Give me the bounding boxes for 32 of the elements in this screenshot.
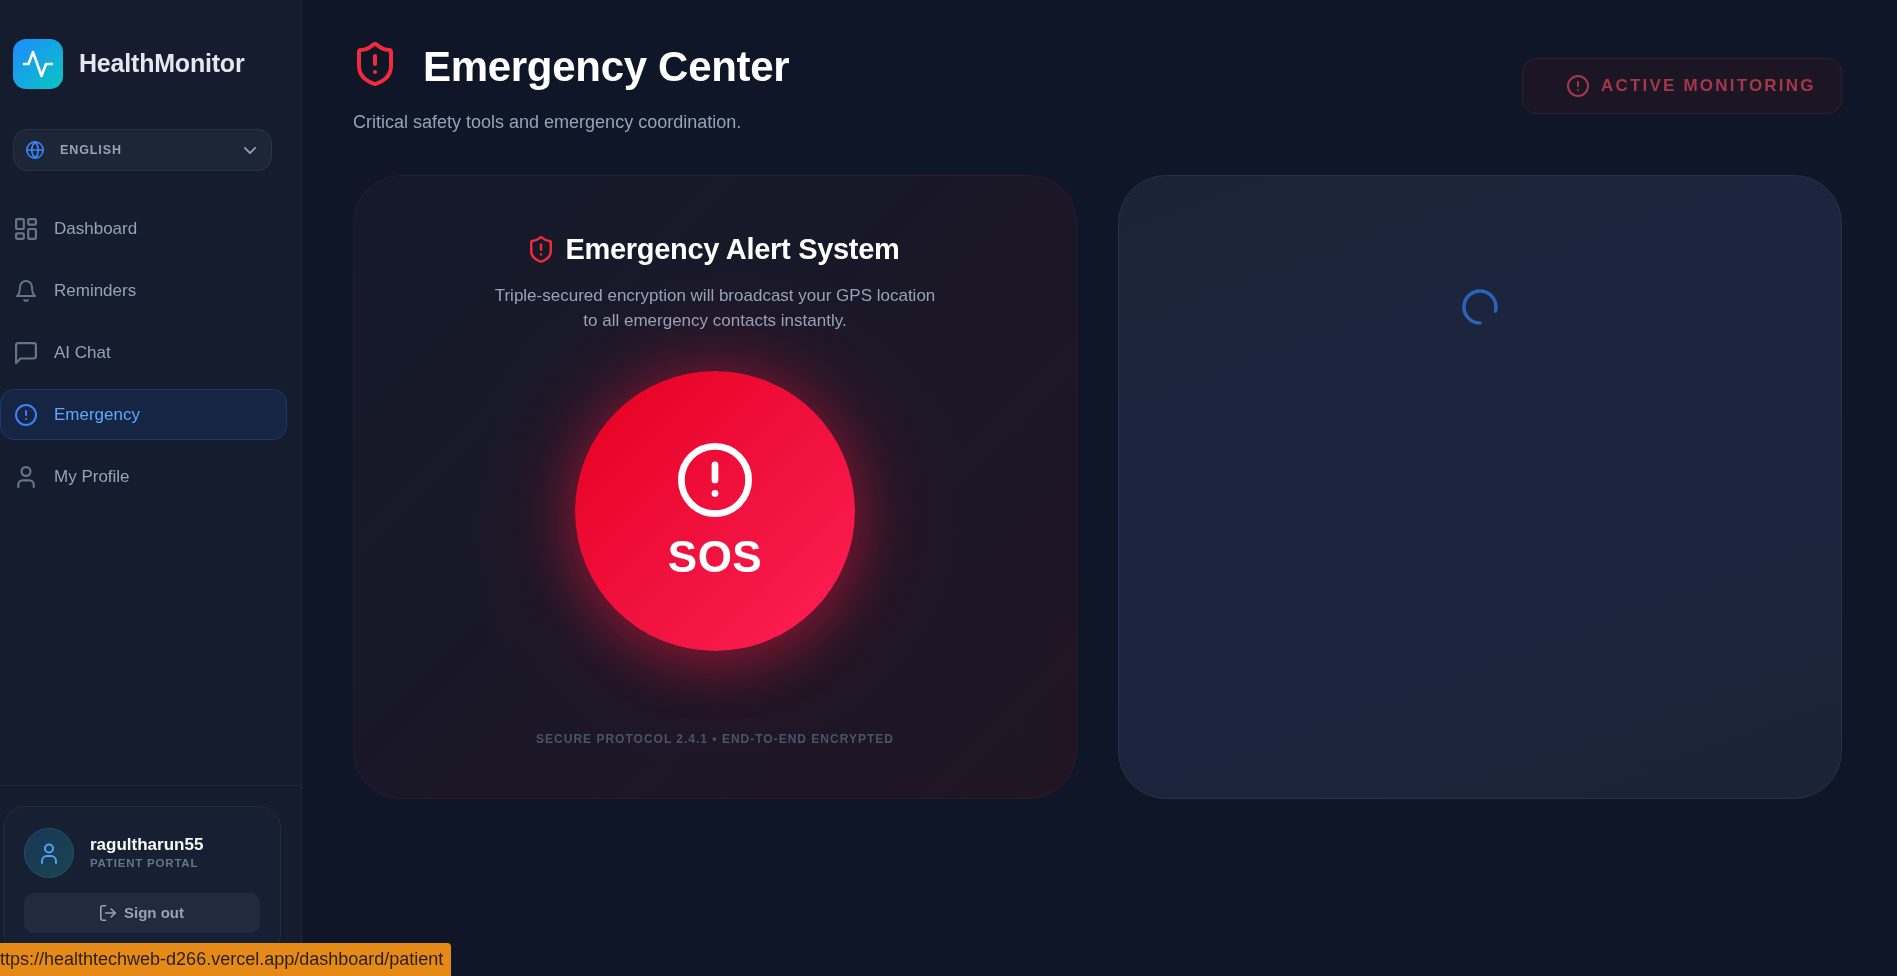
nav-item[interactable]: My Profile xyxy=(0,451,287,502)
nav-item[interactable]: Dashboard xyxy=(0,203,287,254)
card-description: Triple-secured encryption will broadcast your GPS location to all emergency contacts instantly. xyxy=(493,285,937,332)
sign-out-button[interactable]: Sign out xyxy=(24,893,260,933)
chevron-down-icon xyxy=(244,146,256,154)
grid-icon xyxy=(15,217,37,240)
page-subtitle: Critical safety tools and emergency coordination. xyxy=(353,111,743,134)
user-role: PATIENT PORTAL xyxy=(90,856,200,871)
shield-alert-icon xyxy=(530,235,553,263)
pulse-logo-icon xyxy=(13,39,63,89)
user-avatar-icon xyxy=(24,828,74,878)
shield-alert-icon xyxy=(356,42,394,86)
page-title: Emergency Center xyxy=(423,43,790,91)
user-name: ragultharun55 xyxy=(90,835,204,855)
alert-circle-icon xyxy=(678,442,752,517)
nav-item[interactable]: Emergency xyxy=(0,389,287,440)
chat-bubble-icon xyxy=(15,341,37,364)
sign-out-icon xyxy=(100,905,116,921)
security-note: SECURE PROTOCOL 2.4.1 • END-TO-END ENCRYPTED xyxy=(536,731,894,747)
card-title: Emergency Alert System xyxy=(565,232,900,266)
nav-item[interactable]: AI Chat xyxy=(0,327,287,378)
alert-circle-icon xyxy=(1567,75,1589,97)
nav-item[interactable]: Reminders xyxy=(0,265,287,316)
bell-icon xyxy=(15,279,37,302)
sos-button[interactable]: SOS xyxy=(575,371,855,651)
brand-name: HealthMonitor xyxy=(79,48,245,80)
globe-icon xyxy=(26,141,44,159)
language-select[interactable]: ENGLISH xyxy=(13,129,272,171)
user-icon xyxy=(15,465,37,488)
alert-circle-icon xyxy=(15,403,37,426)
status-bar-url: ttps://healthtechweb-d266.vercel.app/dashboard/patient xyxy=(0,943,452,976)
status-label: ACTIVE MONITORING xyxy=(1601,75,1816,98)
